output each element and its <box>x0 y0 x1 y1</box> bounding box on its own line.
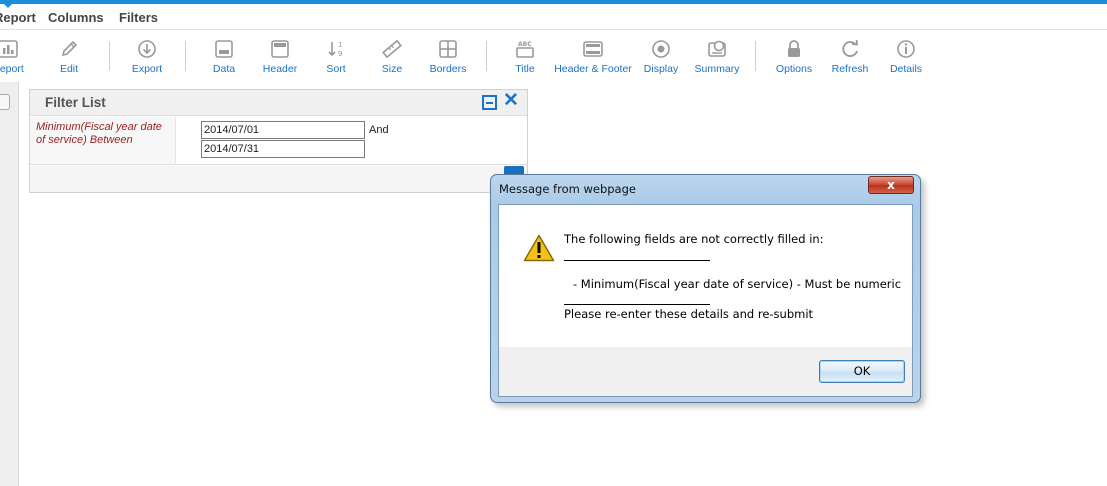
filter-panel-title: Filter List <box>45 95 106 110</box>
filter-panel-footer <box>30 166 527 192</box>
toolbar-separator <box>755 41 756 71</box>
report-icon <box>0 40 18 58</box>
data-icon <box>215 40 233 58</box>
header-footer-icon <box>583 41 603 57</box>
dialog-separator <box>564 304 710 305</box>
minimize-icon[interactable] <box>482 95 497 110</box>
toolbar-data-button[interactable]: Data <box>199 31 249 81</box>
message-dialog: Message from webpage x The following fie… <box>490 174 921 403</box>
toolbar-summary-label: Summary <box>694 63 740 75</box>
dialog-separator <box>564 260 710 261</box>
filter-list-panel: Filter List ✕ Minimum(Fiscal year date o… <box>29 89 528 193</box>
toolbar-export-button[interactable]: Export <box>122 31 172 81</box>
toolbar-edit-label: Edit <box>59 63 79 75</box>
toolbar-display-label: Display <box>643 63 679 75</box>
menu-filters[interactable]: Filters <box>119 10 158 25</box>
toolbar-summary-button[interactable]: Summary <box>689 31 745 81</box>
display-icon <box>652 40 670 58</box>
toolbar-edit-button[interactable]: Edit <box>44 31 94 81</box>
export-icon <box>138 40 156 58</box>
toolbar-title-button[interactable]: ABC Title <box>500 31 550 81</box>
toolbar-export-label: Export <box>131 63 163 75</box>
toolbar-separator <box>109 41 110 71</box>
toolbar-borders-label: Borders <box>429 63 467 75</box>
toolbar-report-button[interactable]: Report <box>0 31 34 81</box>
toolbar-data-label: Data <box>212 63 236 75</box>
toolbar: Report Edit Export Data Header 19 Sort S… <box>0 31 1107 81</box>
info-icon <box>897 40 915 58</box>
dialog-message-line1: The following fields are not correctly f… <box>564 232 824 246</box>
side-panel-toggle[interactable] <box>0 94 10 110</box>
toolbar-size-label: Size <box>381 63 403 75</box>
filter-connector-label: And <box>369 124 389 136</box>
toolbar-separator <box>185 41 186 71</box>
menu-bar: Report Columns Filters <box>0 4 1107 30</box>
toolbar-header-button[interactable]: Header <box>255 31 305 81</box>
menu-columns[interactable]: Columns <box>48 10 104 25</box>
dialog-close-button[interactable]: x <box>868 176 914 194</box>
dialog-title: Message from webpage <box>499 182 636 196</box>
left-side-strip <box>0 82 19 486</box>
sort-icon: 19 <box>328 41 342 58</box>
toolbar-header-footer-button[interactable]: Header & Footer <box>553 31 633 81</box>
toolbar-details-button[interactable]: Details <box>881 31 931 81</box>
toolbar-options-label: Options <box>775 63 813 75</box>
toolbar-size-button[interactable]: Size <box>367 31 417 81</box>
dialog-message-line2: - Minimum(Fiscal year date of service) -… <box>573 277 902 291</box>
menu-report[interactable]: Report <box>0 10 36 25</box>
title-icon: ABC <box>516 41 534 58</box>
filter-row: Minimum(Fiscal year date of service) Bet… <box>30 117 527 165</box>
active-menu-indicator <box>4 4 12 8</box>
filter-panel-header: Filter List ✕ <box>30 90 527 116</box>
filter-label-cell: Minimum(Fiscal year date of service) Bet… <box>30 117 176 164</box>
svg-text:ABC: ABC <box>518 41 532 48</box>
svg-text:1: 1 <box>338 41 342 49</box>
pencil-icon <box>61 40 78 57</box>
svg-text:9: 9 <box>338 50 342 58</box>
toolbar-details-label: Details <box>889 63 923 75</box>
toolbar-header-label: Header <box>262 63 298 75</box>
toolbar-sort-button[interactable]: 19 Sort <box>311 31 361 81</box>
toolbar-separator <box>486 41 487 71</box>
refresh-icon <box>842 39 859 57</box>
dialog-message-area: The following fields are not correctly f… <box>499 205 912 347</box>
toolbar-sort-label: Sort <box>326 63 346 75</box>
header-icon <box>271 40 289 58</box>
toolbar-header-footer-label: Header & Footer <box>554 63 632 75</box>
toolbar-refresh-button[interactable]: Refresh <box>825 31 875 81</box>
toolbar-borders-button[interactable]: Borders <box>423 31 473 81</box>
summary-icon <box>708 40 726 57</box>
close-icon[interactable]: ✕ <box>503 91 519 111</box>
toolbar-refresh-label: Refresh <box>831 63 869 75</box>
borders-icon <box>439 40 457 58</box>
toolbar-options-button[interactable]: Options <box>769 31 819 81</box>
filter-field-label: Minimum(Fiscal year date of service) Bet… <box>36 121 162 146</box>
ruler-icon <box>382 39 402 59</box>
toolbar-display-button[interactable]: Display <box>636 31 686 81</box>
filter-from-input[interactable] <box>201 121 365 139</box>
dialog-message-line3: Please re-enter these details and re-sub… <box>564 307 814 321</box>
toolbar-title-label: Title <box>515 63 535 75</box>
warning-icon <box>523 234 555 262</box>
filter-to-input[interactable] <box>201 140 365 158</box>
ok-button[interactable]: OK <box>819 360 905 383</box>
dialog-body: The following fields are not correctly f… <box>498 204 913 397</box>
toolbar-report-label: Report <box>0 63 24 75</box>
lock-icon <box>788 40 800 57</box>
